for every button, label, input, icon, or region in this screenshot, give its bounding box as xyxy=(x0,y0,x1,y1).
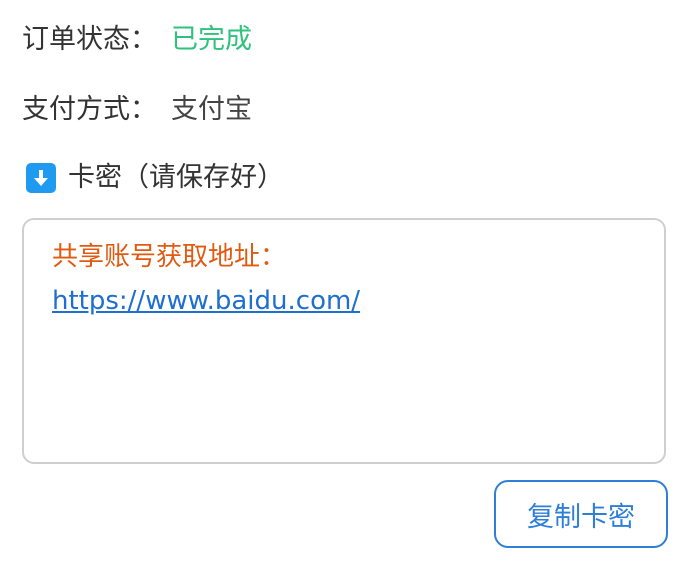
card-key-header: 卡密（请保存好） xyxy=(22,160,284,196)
download-arrow-icon xyxy=(26,163,56,193)
copy-card-key-button[interactable]: 复制卡密 xyxy=(494,480,668,548)
payment-method-row: 支付方式： 支付宝 xyxy=(22,92,252,128)
card-key-title: 卡密（请保存好） xyxy=(68,162,284,193)
payment-method-value: 支付宝 xyxy=(171,94,252,125)
share-account-link[interactable]: https://www.baidu.com/ xyxy=(52,284,360,318)
card-key-box[interactable]: 共享账号获取地址： https://www.baidu.com/ xyxy=(22,218,666,464)
order-status-value: 已完成 xyxy=(171,24,252,55)
order-status-row: 订单状态： 已完成 xyxy=(22,22,252,58)
share-account-label: 共享账号获取地址： xyxy=(52,242,287,272)
payment-method-label: 支付方式： xyxy=(22,94,157,125)
order-status-label: 订单状态： xyxy=(22,24,157,55)
